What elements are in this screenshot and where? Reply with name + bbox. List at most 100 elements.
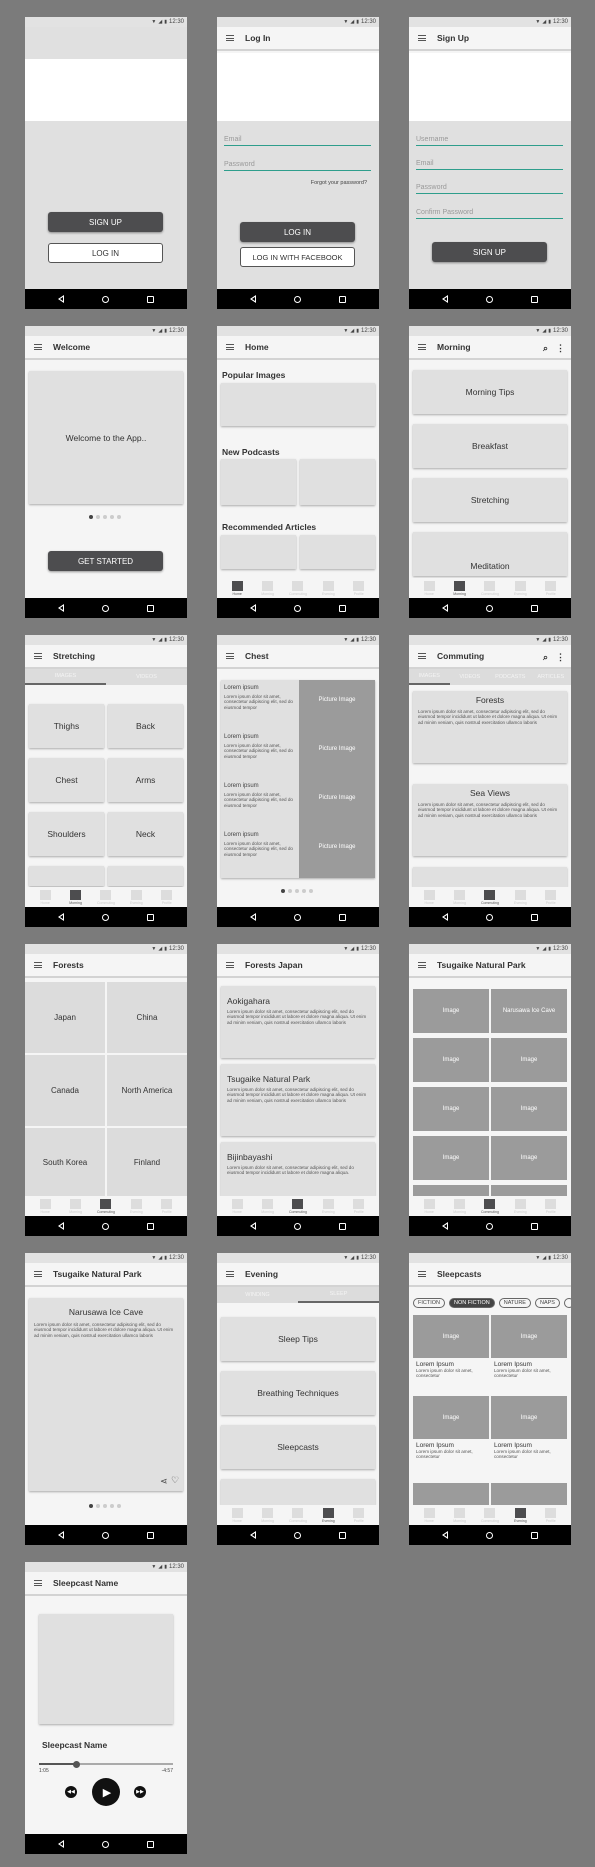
page-dot[interactable] [96, 515, 100, 519]
get-started-button[interactable]: GET STARTED [48, 551, 163, 571]
recents-icon[interactable] [339, 1531, 346, 1539]
stretch-item[interactable]: Thighs [29, 704, 104, 748]
country-tile[interactable]: North America [107, 1055, 187, 1126]
tab-videos[interactable]: VIDEOS [450, 669, 491, 685]
menu-icon[interactable] [226, 35, 234, 41]
page-dot[interactable] [103, 1504, 107, 1508]
menu-icon[interactable] [226, 1271, 234, 1277]
commute-card[interactable]: Forests Lorem ipsum dolor sit amet, conse… [413, 691, 567, 763]
password-field[interactable]: Password [416, 180, 563, 194]
fast-forward-button[interactable]: ▶▶ [134, 1786, 146, 1798]
page-dot[interactable] [103, 515, 107, 519]
bottom-nav-evening[interactable]: Evening [124, 887, 148, 907]
recents-icon[interactable] [339, 604, 346, 612]
morning-item[interactable]: Morning Tips [413, 370, 567, 414]
password-field[interactable]: Password [224, 157, 371, 171]
signup-button[interactable]: SIGN UP [48, 212, 163, 232]
more-vert-icon[interactable]: ⋮ [556, 652, 565, 663]
bottom-nav-commuting[interactable]: Commuting [94, 887, 118, 907]
sleepcast-caption[interactable]: Lorem Ipsum Lorem ipsum dolor sit amet, c… [494, 1361, 566, 1379]
bottom-nav-profile[interactable]: Profile [155, 1196, 179, 1216]
back-icon[interactable] [250, 604, 256, 612]
home-icon[interactable] [486, 1531, 493, 1539]
bottom-nav-home[interactable]: Home [225, 1196, 249, 1216]
back-icon[interactable] [58, 295, 64, 303]
page-dot[interactable] [89, 1504, 93, 1508]
menu-icon[interactable] [226, 962, 234, 968]
sleepcast-caption[interactable]: Lorem Ipsum Lorem ipsum dolor sit amet, c… [416, 1442, 488, 1460]
page-dot[interactable] [110, 515, 114, 519]
country-tile[interactable]: South Korea [25, 1128, 105, 1196]
bottom-nav-commuting[interactable]: Commuting [286, 578, 310, 598]
progress-thumb[interactable] [73, 1760, 81, 1768]
bottom-nav-profile[interactable]: Profile [347, 1505, 371, 1525]
sleepcast-image-partial[interactable] [413, 1483, 489, 1505]
more-vert-icon[interactable]: ⋮ [556, 343, 565, 354]
sleepcast-image[interactable]: Image [413, 1396, 489, 1439]
menu-icon[interactable] [418, 1271, 426, 1277]
email-field[interactable]: Email [224, 132, 371, 146]
chip-more[interactable] [563, 1298, 571, 1308]
share-icon[interactable]: ⋖ [160, 1476, 168, 1487]
bottom-nav-profile[interactable]: Profile [539, 887, 563, 907]
heart-icon[interactable]: ♡ [171, 1475, 179, 1486]
home-icon[interactable] [102, 1222, 109, 1230]
bottom-nav-morning[interactable]: Morning [64, 1196, 88, 1216]
bottom-nav-commuting[interactable]: Commuting [478, 887, 502, 907]
bottom-nav-commuting[interactable]: Commuting [286, 1505, 310, 1525]
bottom-nav-profile[interactable]: Profile [539, 578, 563, 598]
tab-podcasts[interactable]: PODCASTS [490, 669, 531, 685]
search-icon[interactable]: ⌕ [543, 343, 548, 354]
bottom-nav-commuting[interactable]: Commuting [478, 1196, 502, 1216]
home-icon[interactable] [486, 604, 493, 612]
gallery-image-featured[interactable]: Narusawa Ice Cave [491, 989, 567, 1033]
country-tile[interactable]: China [107, 982, 187, 1053]
recents-icon[interactable] [147, 1840, 154, 1848]
back-icon[interactable] [58, 913, 64, 921]
article-card[interactable] [300, 535, 375, 569]
bottom-nav-evening[interactable]: Evening [316, 578, 340, 598]
page-dot[interactable] [288, 889, 292, 893]
menu-icon[interactable] [418, 962, 426, 968]
stretch-item[interactable]: Neck [108, 812, 183, 856]
evening-item[interactable]: Breathing Techniques [221, 1371, 375, 1415]
menu-icon[interactable] [34, 1271, 42, 1277]
bottom-nav-home[interactable]: Home [417, 578, 441, 598]
recents-icon[interactable] [531, 1222, 538, 1230]
tab-images[interactable]: IMAGES [409, 669, 450, 685]
recents-icon[interactable] [147, 1222, 154, 1230]
menu-icon[interactable] [418, 653, 426, 659]
rewind-button[interactable]: ◀◀ [65, 1786, 77, 1798]
country-tile[interactable]: Finland [107, 1128, 187, 1196]
chest-entry[interactable]: Lorem ipsum Lorem ipsum dolor sit amet, c… [224, 685, 296, 710]
back-icon[interactable] [250, 1222, 256, 1230]
stretch-item[interactable]: Back [108, 704, 183, 748]
back-icon[interactable] [250, 295, 256, 303]
morning-item[interactable]: Meditation [413, 532, 567, 576]
confirm-password-field[interactable]: Confirm Password [416, 205, 563, 219]
gallery-image-partial[interactable] [491, 1185, 567, 1196]
bottom-nav-morning[interactable]: Morning [256, 1505, 280, 1525]
home-icon[interactable] [486, 913, 493, 921]
bottom-nav-morning[interactable]: Morning [448, 578, 472, 598]
bottom-nav-commuting[interactable]: Commuting [94, 1196, 118, 1216]
page-dot[interactable] [302, 889, 306, 893]
bottom-nav-home[interactable]: Home [417, 887, 441, 907]
bottom-nav-home[interactable]: Home [33, 1196, 57, 1216]
article-card[interactable] [221, 535, 296, 569]
home-icon[interactable] [294, 1531, 301, 1539]
sleepcast-caption[interactable]: Lorem Ipsum Lorem ipsum dolor sit amet, c… [416, 1361, 488, 1379]
menu-icon[interactable] [34, 344, 42, 350]
bottom-nav-evening[interactable]: Evening [508, 1505, 532, 1525]
gallery-image[interactable]: Image [491, 1038, 567, 1082]
page-dot[interactable] [281, 889, 285, 893]
bottom-nav-morning[interactable]: Morning [64, 887, 88, 907]
recents-icon[interactable] [147, 1531, 154, 1539]
bottom-nav-home[interactable]: Home [225, 578, 249, 598]
back-icon[interactable] [58, 604, 64, 612]
back-icon[interactable] [442, 913, 448, 921]
sleepcast-image[interactable]: Image [491, 1315, 567, 1358]
recents-icon[interactable] [531, 1531, 538, 1539]
home-icon[interactable] [294, 295, 301, 303]
back-icon[interactable] [58, 1222, 64, 1230]
